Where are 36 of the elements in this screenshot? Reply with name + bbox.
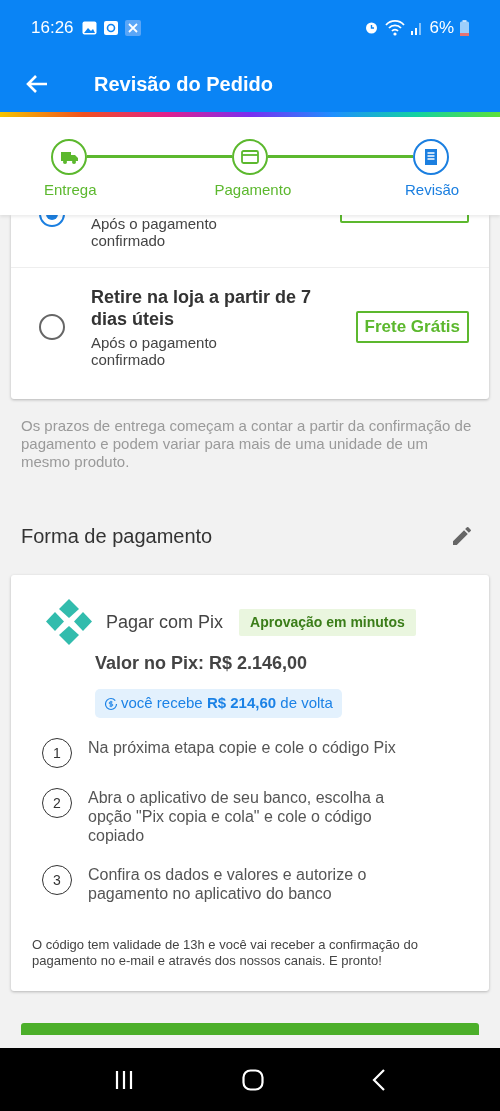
pix-value: Valor no Pix: R$ 2.146,00	[95, 652, 309, 675]
clock-icon	[103, 20, 118, 35]
option-subtitle: Após o pagamento confirmado	[91, 215, 218, 249]
back-icon[interactable]	[372, 1068, 386, 1091]
radio-button[interactable]	[39, 314, 65, 340]
pix-footer-note: O código tem validade de 13h e você vai receber a confirmação do pagamento no e-mail e através dos nossos canais. E pronto!	[32, 937, 419, 969]
step-instruction: Na próxima etapa copie e cole o código Pix	[88, 738, 396, 757]
battery-icon	[460, 19, 469, 36]
option-title: Retire na loja a partir de 7 dias úteis	[91, 286, 313, 330]
status-time: 16:26	[31, 16, 74, 39]
page-title: Revisão do Pedido	[94, 71, 273, 97]
payment-method: Pagar com Pix	[106, 610, 224, 634]
image-icon	[81, 20, 97, 35]
step-label: Entrega	[44, 180, 97, 200]
step-label: Revisão	[405, 180, 460, 200]
edit-icon[interactable]	[450, 524, 474, 548]
step-label: Pagamento	[214, 180, 292, 200]
battery-percent: 6%	[429, 16, 454, 39]
home-icon[interactable]	[242, 1068, 264, 1091]
approval-badge: Aprovação em minutos	[239, 608, 416, 636]
step-instruction: Confira os dados e valores e autorize o pagamento no aplicativo do banco	[88, 865, 368, 903]
wifi-icon	[385, 19, 406, 36]
recent-apps-icon[interactable]	[114, 1069, 134, 1090]
card-icon	[240, 147, 260, 167]
app-icon	[124, 19, 141, 36]
back-arrow-icon[interactable]	[26, 73, 48, 94]
section-heading: Forma de pagamento	[21, 524, 213, 549]
cashback-text: você recebe R$ 214,60 de volta	[121, 693, 333, 714]
delivery-note: Os prazos de entrega começam a contar a partir da confirmação de pagamento e podem variar para mais de uma unidade de um mesmo produto.	[21, 417, 473, 471]
shipping-badge: Frete Grátis	[355, 311, 469, 343]
option-subtitle: Após o pagamento confirmado	[91, 334, 218, 368]
pix-logo-icon	[45, 598, 93, 646]
signal-icon	[411, 20, 424, 35]
step-instruction: Abra o aplicativo de seu banco, escolha a opção "Pix copia e cola" e cole o código copiado	[88, 788, 386, 845]
alarm-icon	[364, 20, 380, 35]
coin-icon	[104, 696, 118, 711]
